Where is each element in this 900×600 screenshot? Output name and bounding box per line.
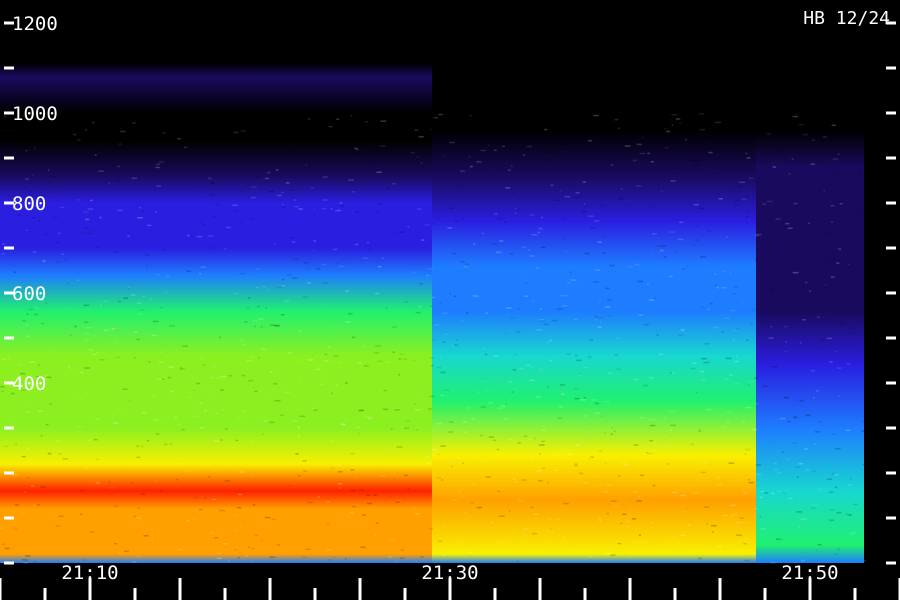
x-tick-label: 21:30 bbox=[421, 562, 478, 584]
corner-label: HB 12/24 bbox=[803, 8, 890, 29]
spectrogram-band-1 bbox=[0, 0, 432, 563]
y-tick-label: 800 bbox=[12, 193, 46, 215]
spectrogram-plot bbox=[0, 0, 869, 565]
x-tick-label: 21:50 bbox=[781, 562, 838, 584]
spectrogram-band-3 bbox=[756, 0, 864, 563]
y-tick-label: 400 bbox=[12, 373, 46, 395]
x-tick-label: 21:10 bbox=[61, 562, 118, 584]
y-tick-label: 600 bbox=[12, 283, 46, 305]
y-tick-label: 1200 bbox=[12, 13, 58, 35]
spectrogram-chart: 1200 1000 800 600 400 21:10 21:30 21:50 HB 12/2… bbox=[0, 0, 900, 600]
y-tick-label: 1000 bbox=[12, 103, 58, 125]
